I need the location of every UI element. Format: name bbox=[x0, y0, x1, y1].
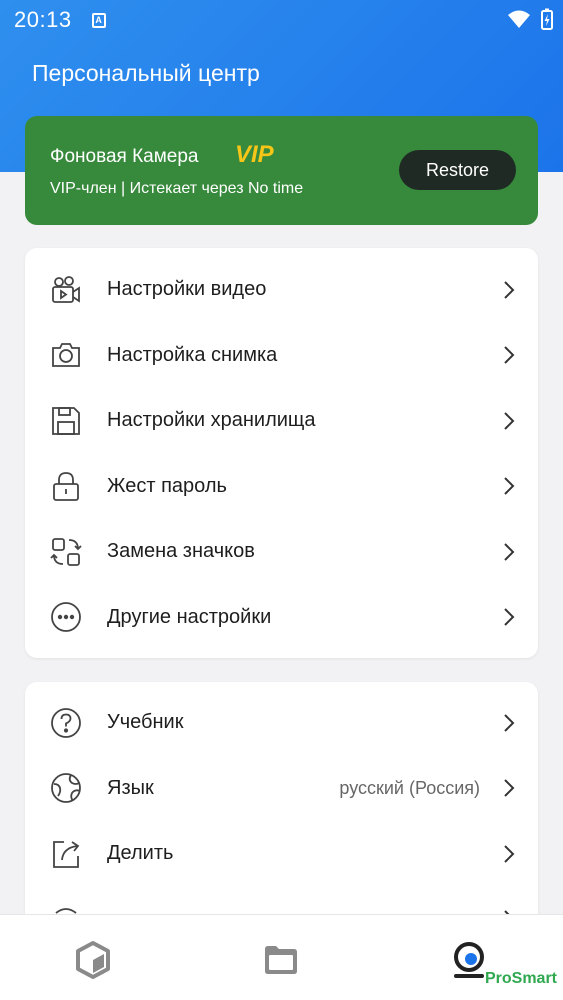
settings-item-storage[interactable]: Настройки хранилища bbox=[25, 388, 538, 454]
settings-item-video[interactable]: Настройки видео bbox=[25, 257, 538, 323]
more-icon bbox=[49, 600, 83, 634]
settings-item-label: Настройки хранилища bbox=[107, 409, 316, 432]
status-bar: 20:13 A bbox=[0, 0, 563, 40]
vip-card: Фоновая Камера VIP VIP-член | Истекает ч… bbox=[25, 116, 538, 225]
settings-item-label: Другие настройки bbox=[107, 605, 272, 628]
settings-item-other[interactable]: Другие настройки bbox=[25, 585, 538, 651]
share-icon bbox=[49, 837, 83, 871]
general-item-label: Учебник bbox=[107, 711, 184, 734]
restore-button[interactable]: Restore bbox=[399, 150, 516, 190]
settings-item-label: Настройки видео bbox=[107, 278, 267, 301]
vip-status: VIP-член | Истекает через No time bbox=[50, 180, 304, 197]
general-item-tutorial[interactable]: Учебник bbox=[25, 690, 538, 756]
general-item-label: Делить bbox=[107, 842, 174, 865]
cube-icon bbox=[76, 941, 110, 979]
settings-card: Настройки видео Настройка снимка Настрой… bbox=[25, 248, 538, 658]
folder-icon bbox=[265, 946, 297, 974]
camera-icon bbox=[49, 338, 83, 372]
page-title: Персональный центр bbox=[32, 60, 260, 86]
chevron-right-icon bbox=[504, 779, 515, 797]
settings-item-gesture-password[interactable]: Жест пароль bbox=[25, 454, 538, 520]
wifi-icon bbox=[508, 10, 530, 28]
settings-item-label: Жест пароль bbox=[107, 474, 227, 497]
general-item-share[interactable]: Делить bbox=[25, 821, 538, 887]
bottom-navigation bbox=[0, 914, 563, 1000]
globe-icon bbox=[49, 771, 83, 805]
general-item-label: Язык bbox=[107, 776, 154, 799]
video-camera-icon bbox=[49, 273, 83, 307]
vip-app-name: Фоновая Камера bbox=[50, 146, 199, 167]
vip-badge: VIP bbox=[235, 141, 274, 168]
chevron-right-icon bbox=[504, 608, 515, 626]
chevron-right-icon bbox=[504, 412, 515, 430]
general-card: Учебник Язык русский (Россия) Делить bbox=[25, 682, 538, 942]
settings-item-icon-replace[interactable]: Замена значков bbox=[25, 519, 538, 585]
settings-item-label: Замена значков bbox=[107, 540, 255, 563]
chevron-right-icon bbox=[504, 845, 515, 863]
nav-cube-tab[interactable] bbox=[70, 937, 116, 983]
settings-item-photo[interactable]: Настройка снимка bbox=[25, 323, 538, 389]
swap-icon bbox=[49, 535, 83, 569]
general-item-language[interactable]: Язык русский (Россия) bbox=[25, 756, 538, 822]
chevron-right-icon bbox=[504, 477, 515, 495]
chevron-right-icon bbox=[504, 346, 515, 364]
profile-icon bbox=[454, 942, 484, 978]
notification-badge: A bbox=[91, 12, 106, 28]
storage-icon bbox=[49, 404, 83, 438]
status-time: 20:13 bbox=[14, 7, 72, 32]
help-icon bbox=[49, 706, 83, 740]
battery-icon bbox=[541, 8, 553, 30]
chevron-right-icon bbox=[504, 543, 515, 561]
lock-icon bbox=[49, 469, 83, 503]
chevron-right-icon bbox=[504, 714, 515, 732]
settings-item-label: Настройка снимка bbox=[107, 343, 278, 366]
watermark: ProSmart bbox=[484, 970, 557, 987]
language-value: русский (Россия) bbox=[339, 777, 480, 798]
nav-files-tab[interactable] bbox=[258, 937, 304, 983]
chevron-right-icon bbox=[504, 281, 515, 299]
